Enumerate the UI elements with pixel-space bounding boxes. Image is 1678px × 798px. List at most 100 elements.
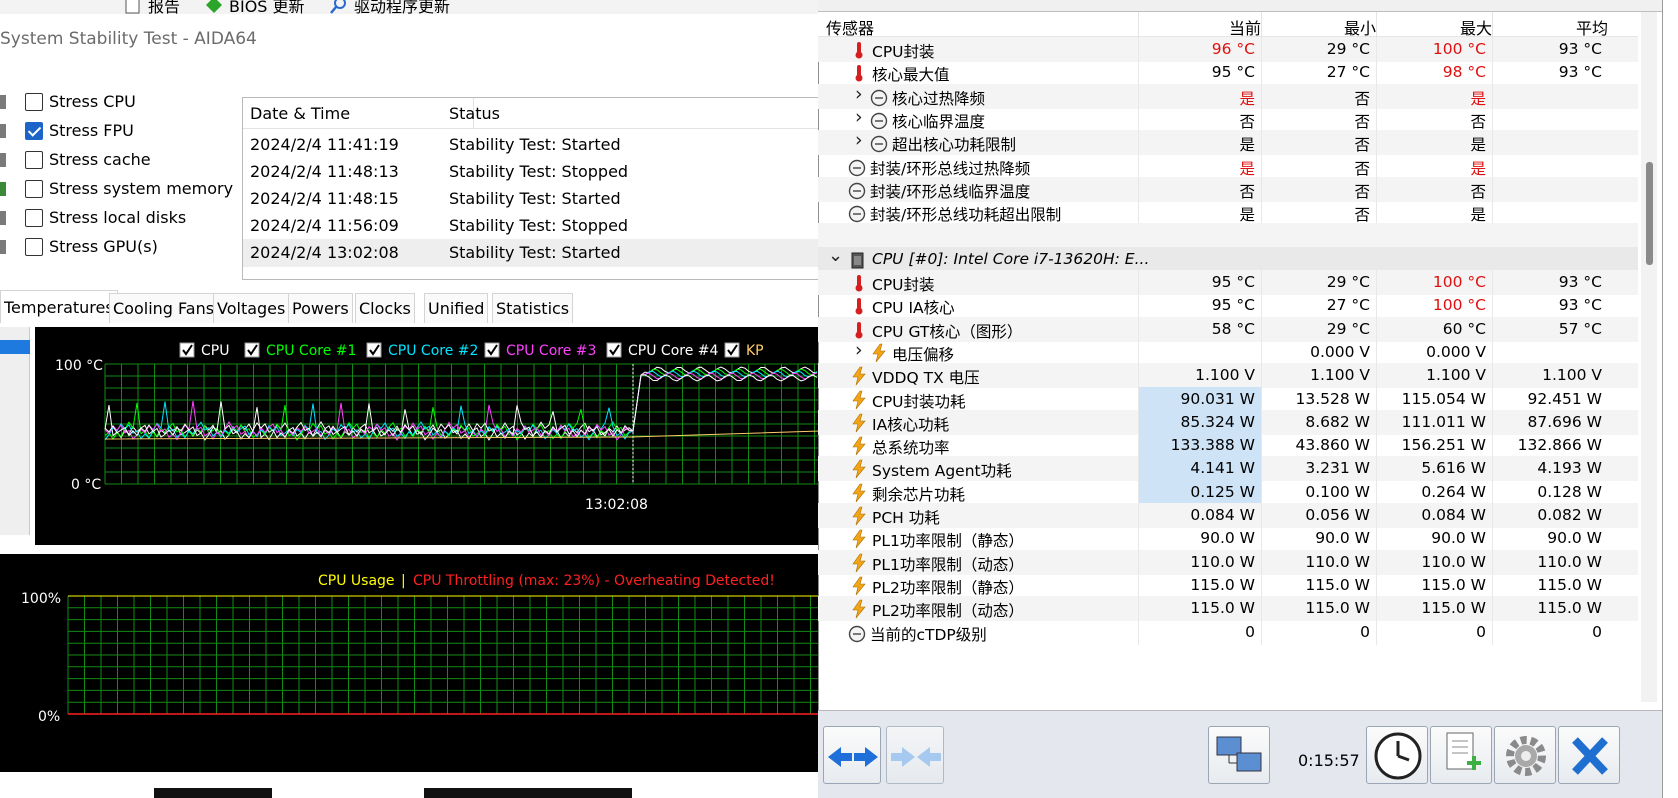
sensor-min-value: 13.528 W	[1295, 389, 1371, 408]
tab-temperatures[interactable]: Temperatures	[0, 290, 118, 323]
sensor-col-header[interactable]: 最小	[1344, 15, 1376, 39]
expand-chevron-icon[interactable]: ›	[855, 129, 863, 151]
column-divider	[1261, 106, 1262, 132]
sensor-row[interactable]: PL1功率限制（静态） 90.0 W 90.0 W 90.0 W 90.0 W	[818, 526, 1638, 552]
sensor-group-row[interactable]: ⌄ CPU [#0]: Intel Core i7-13620H: E...	[818, 245, 1638, 272]
column-divider	[1376, 433, 1377, 459]
stress-option[interactable]: Stress local disks	[0, 204, 240, 232]
clock-reset-button[interactable]	[1366, 726, 1428, 784]
log-row[interactable]: 2024/2/4 13:02:08 Stability Test: Started	[243, 239, 819, 267]
bottom-button-right[interactable]	[424, 788, 632, 798]
sensor-row[interactable]: 封装/环形总线临界温度 否 否 否	[818, 176, 1638, 202]
sensor-row[interactable]: CPU IA核心 95 °C 27 °C 100 °C 93 °C	[818, 293, 1638, 319]
stress-option[interactable]: Stress cache	[0, 146, 240, 174]
log-col-date[interactable]: Date & Time	[250, 104, 350, 123]
expand-chevron-icon[interactable]: ›	[855, 106, 863, 128]
temp-y-min-label: 0 °C	[71, 477, 101, 493]
log-row[interactable]: 2024/2/4 11:48:15 Stability Test: Started	[243, 185, 819, 213]
stress-checkbox[interactable]	[25, 151, 43, 169]
sensor-row[interactable]: CPU GT核心（图形） 58 °C 29 °C 60 °C 57 °C	[818, 316, 1638, 342]
sensor-row[interactable]: 当前的cTDP级别 0 0 0 0	[818, 619, 1638, 645]
expand-chevron-icon[interactable]: ›	[855, 83, 863, 105]
sensor-col-header[interactable]: 最大	[1460, 15, 1492, 39]
log-col-status[interactable]: Status	[449, 104, 500, 123]
sensor-min-value: 0.000 V	[1310, 342, 1370, 361]
sensor-row[interactable]: 核心最大值 95 °C 27 °C 98 °C 93 °C	[818, 60, 1638, 86]
sensor-col-header[interactable]: 当前	[1229, 15, 1261, 39]
stress-checkbox[interactable]	[25, 238, 43, 256]
sensor-row[interactable]: CPU封装功耗 90.031 W 13.528 W 115.054 W 92.451 W	[818, 386, 1638, 412]
column-divider	[1261, 479, 1262, 505]
expand-chevron-icon[interactable]: ›	[855, 339, 863, 361]
bolt-icon	[852, 529, 866, 549]
column-divider	[1492, 153, 1493, 179]
sensor-row[interactable]: PCH 功耗 0.084 W 0.056 W 0.084 W 0.082 W	[818, 503, 1638, 528]
sensor-row[interactable]: › 超出核心功耗限制 是 否 是	[818, 129, 1638, 156]
sensor-row[interactable]: CPU封装 96 °C 29 °C 100 °C 93 °C	[818, 37, 1638, 62]
network-button[interactable]	[1208, 726, 1270, 784]
toolbar-report-button[interactable]: 报告	[124, 0, 180, 14]
clock-icon	[870, 89, 888, 106]
tab-statistics[interactable]: Statistics	[492, 293, 574, 323]
column-divider	[1138, 572, 1139, 598]
scrollbar-thumb[interactable]	[1646, 162, 1653, 265]
stress-option[interactable]: Stress system memory	[0, 175, 240, 203]
sensor-row[interactable]: VDDQ TX 电压 1.100 V 1.100 V 1.100 V 1.100 V	[818, 363, 1638, 389]
column-divider	[1492, 549, 1493, 575]
cpu-usage-chart-svg: CPU Usage | CPU Throttling (max: 23%) - Ov…	[21, 573, 820, 725]
bottom-button-left[interactable]	[154, 788, 272, 798]
stress-option[interactable]: Stress GPU(s)	[0, 233, 240, 261]
sensor-row[interactable]: › 核心临界温度 否 否 否	[818, 106, 1638, 132]
background-window-edge	[1662, 0, 1678, 798]
tab-powers[interactable]: Powers	[288, 293, 353, 323]
stress-checkbox[interactable]	[25, 93, 43, 111]
sensor-row[interactable]: PL2功率限制（动态） 115.0 W 115.0 W 115.0 W 115.0 W	[818, 596, 1638, 622]
toolbar-bios-update-button[interactable]: BIOS 更新	[205, 0, 305, 14]
sensor-row[interactable]: PL2功率限制（静态） 115.0 W 115.0 W 115.0 W 115.0 W	[818, 572, 1638, 598]
sensor-col-header[interactable]: 传感器	[826, 15, 874, 39]
nav-collapse-button[interactable]	[886, 726, 944, 784]
cache-icon	[0, 153, 6, 167]
sensor-row[interactable]: › 电压偏移 0.000 V 0.000 V	[818, 339, 1638, 365]
column-divider	[1376, 339, 1377, 365]
close-button[interactable]	[1558, 726, 1620, 784]
nav-back-forward-button[interactable]	[823, 726, 881, 784]
sensor-row[interactable]: System Agent功耗 4.141 W 3.231 W 5.616 W 4.193…	[818, 456, 1638, 482]
log-row[interactable]: 2024/2/4 11:48:13 Stability Test: Stopped	[243, 158, 819, 186]
sensor-row[interactable]: IA核心功耗 85.324 W 8.682 W 111.011 W 87.696 W	[818, 409, 1638, 435]
log-row[interactable]: 2024/2/4 11:41:19 Stability Test: Started	[243, 131, 819, 159]
sensor-col-header[interactable]: 平均	[1576, 15, 1608, 39]
sensor-row[interactable]: 封装/环形总线功耗超出限制 是 否 是	[818, 200, 1638, 226]
column-divider	[1492, 572, 1493, 598]
sensor-row[interactable]: 总系统功率 133.388 W 43.860 W 156.251 W 132.866 W	[818, 433, 1638, 459]
tab-clocks[interactable]: Clocks	[355, 293, 415, 323]
sensor-row[interactable]: PL1功率限制（动态） 110.0 W 110.0 W 110.0 W 110.0 W	[818, 549, 1638, 575]
sensor-row[interactable]: CPU封装 95 °C 29 °C 100 °C 93 °C	[818, 270, 1638, 295]
column-divider	[1261, 596, 1262, 622]
bolt-icon	[852, 436, 866, 456]
column-divider	[1376, 37, 1377, 62]
column-divider	[1492, 316, 1493, 342]
settings-button[interactable]	[1494, 726, 1556, 784]
tab-cooling-fans[interactable]: Cooling Fans	[109, 293, 219, 323]
toolbar-driver-label: 驱动程序更新	[354, 0, 451, 14]
log-report-button[interactable]	[1430, 726, 1492, 784]
sensor-row[interactable]: 封装/环形总线过热降频 是 否 是	[818, 153, 1638, 179]
stress-option[interactable]: Stress FPU	[0, 117, 240, 145]
tab-voltages[interactable]: Voltages	[213, 293, 290, 323]
collapse-chevron-icon[interactable]: ⌄	[828, 245, 843, 266]
sensor-scrollbar[interactable]	[1641, 12, 1657, 702]
column-divider	[1138, 339, 1139, 365]
toolbar-driver-update-button[interactable]: 驱动程序更新	[330, 0, 450, 14]
stress-checkbox[interactable]	[25, 122, 43, 140]
sensor-max-value: 0.000 V	[1426, 342, 1486, 361]
sensor-row[interactable]: 剩余芯片功耗 0.125 W 0.100 W 0.264 W 0.128 W	[818, 479, 1638, 505]
column-divider	[1492, 60, 1493, 86]
sensor-row[interactable]: › 核心过热降频 是 否 是	[818, 83, 1638, 109]
sensor-cur-value: 是	[1239, 206, 1255, 225]
stress-checkbox[interactable]	[25, 180, 43, 198]
stress-checkbox[interactable]	[25, 209, 43, 227]
tab-unified[interactable]: Unified	[424, 293, 489, 323]
stress-option[interactable]: Stress CPU	[0, 88, 240, 116]
log-row[interactable]: 2024/2/4 11:56:09 Stability Test: Stopped	[243, 212, 819, 240]
